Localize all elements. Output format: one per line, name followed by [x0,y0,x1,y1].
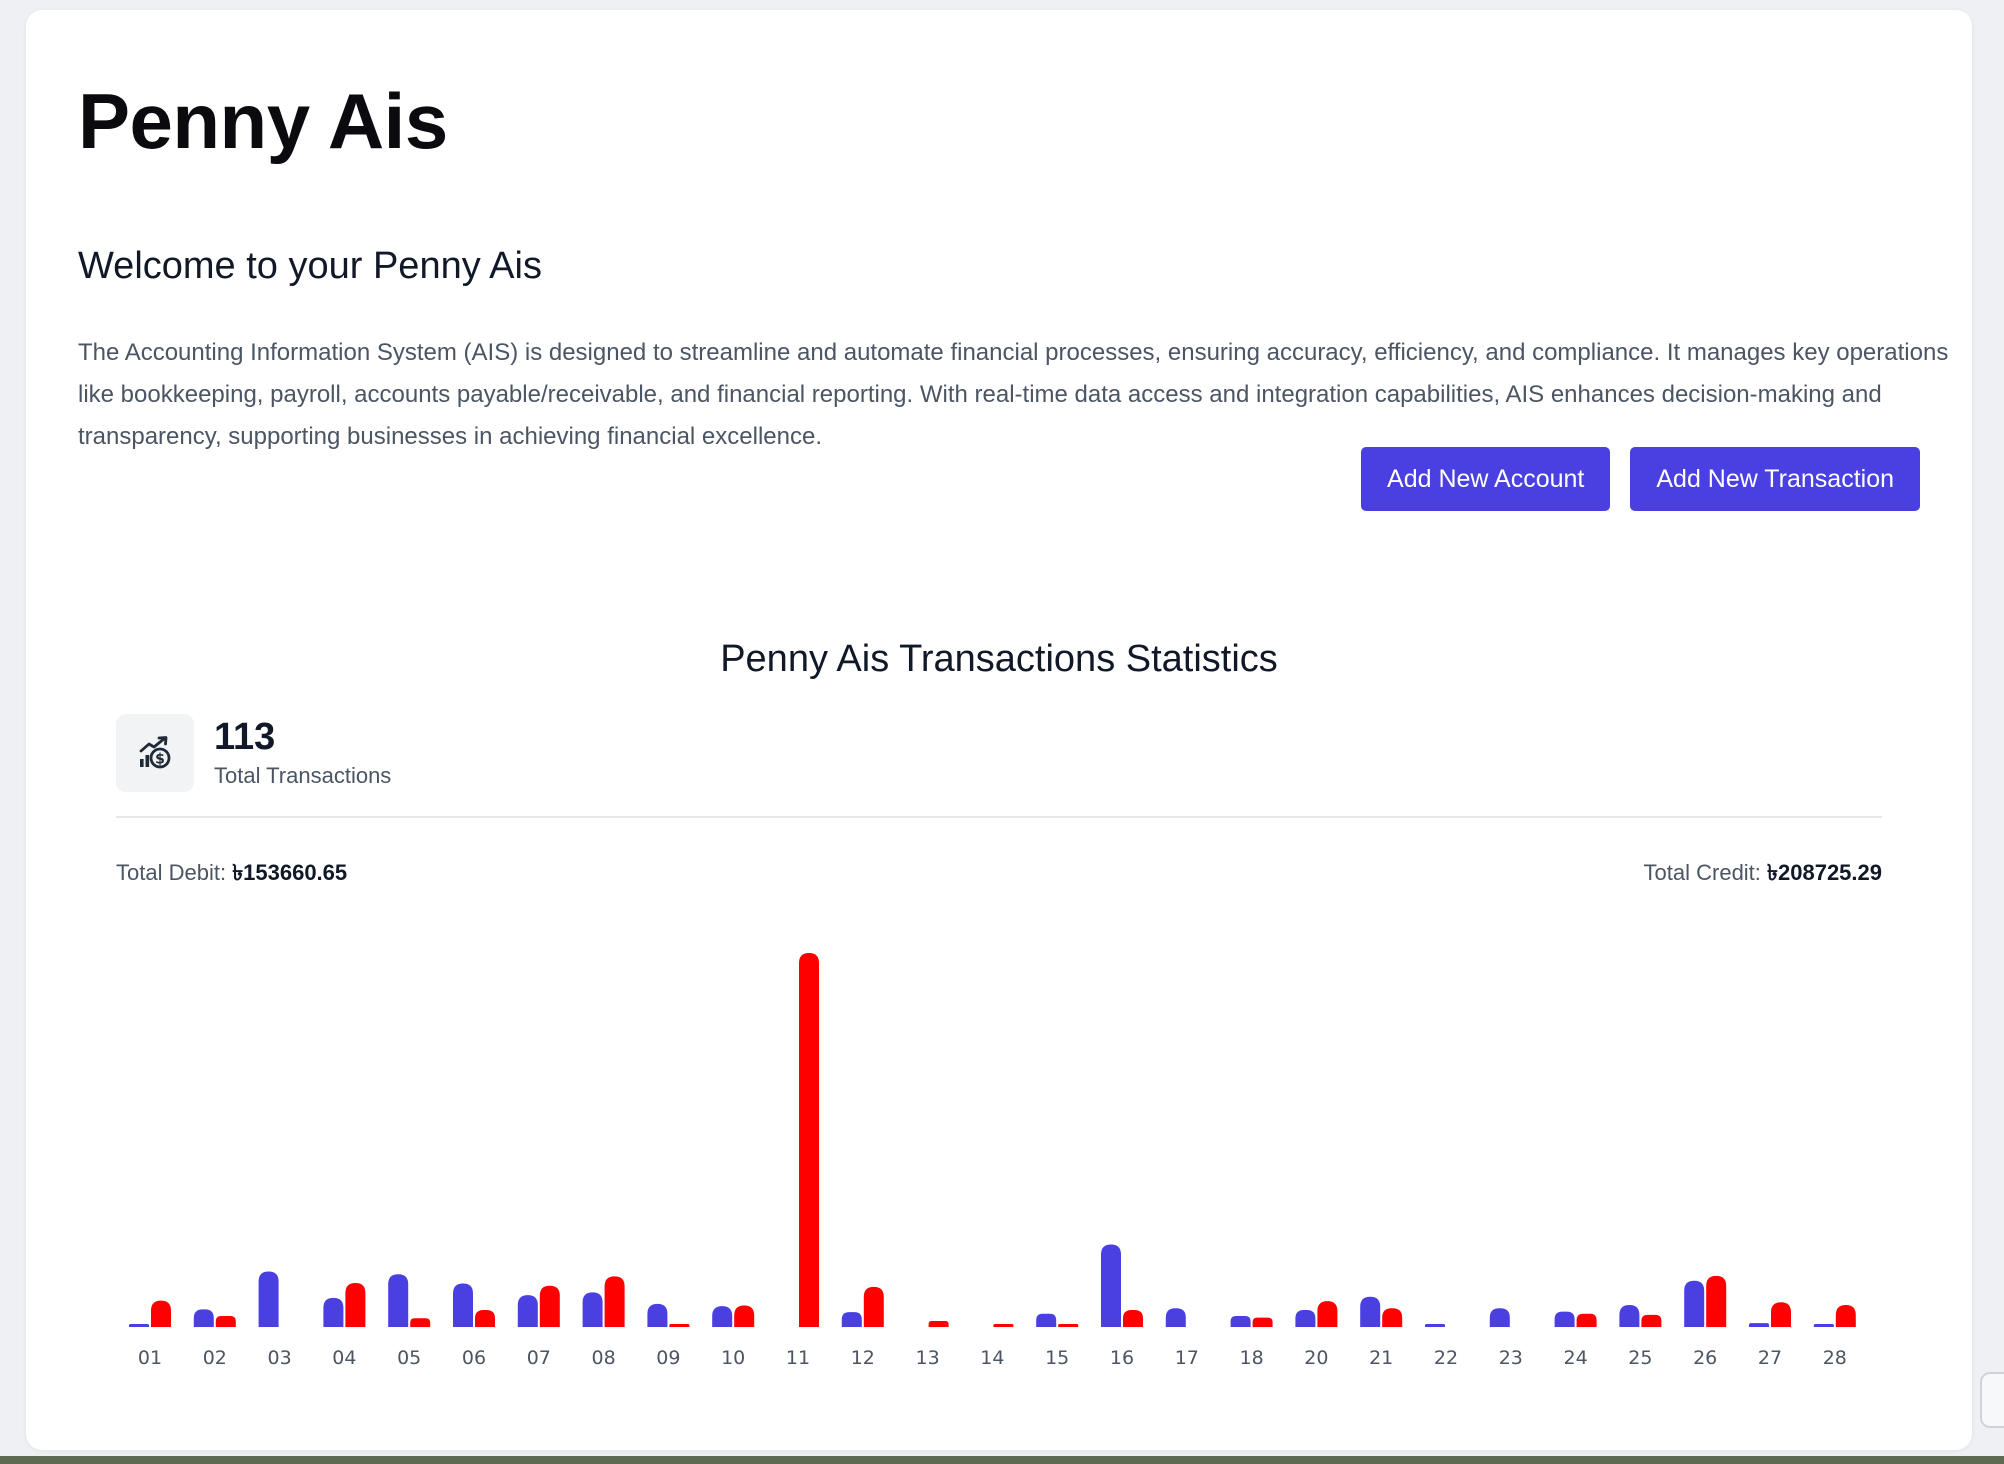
credit-bar-20[interactable] [1317,1301,1338,1327]
x-tick-label: 02 [203,1347,227,1369]
dashboard-card: Penny Ais Welcome to your Penny Ais The … [26,10,1972,1450]
credit-bar-24[interactable] [1576,1313,1597,1327]
x-tick-label: 10 [721,1347,745,1369]
x-tick-label: 09 [656,1347,680,1369]
x-tick-label: 01 [138,1347,162,1369]
credit-bar-01[interactable] [151,1300,171,1327]
x-tick-label: 23 [1499,1347,1523,1369]
credit-bar-07[interactable] [539,1285,560,1327]
x-tick-label: 04 [332,1347,356,1369]
x-tick-label: 21 [1369,1347,1393,1369]
credit-bar-25[interactable] [1641,1314,1662,1327]
credit-bar-10[interactable] [734,1305,755,1327]
debit-bar-28[interactable] [1813,1324,1834,1327]
window-bottom-edge [0,1456,2004,1464]
credit-bar-06[interactable] [475,1309,495,1327]
debit-bar-01[interactable] [129,1324,149,1327]
x-tick-label: 07 [527,1347,551,1369]
debit-bar-12[interactable] [841,1312,862,1327]
debit-bar-27[interactable] [1749,1323,1769,1327]
debit-bar-10[interactable] [712,1306,733,1327]
credit-bar-28[interactable] [1835,1305,1856,1327]
x-tick-label: 11 [786,1347,810,1369]
x-tick-label: 25 [1628,1347,1652,1369]
x-tick-label: 08 [592,1347,616,1369]
credit-bar-15[interactable] [1058,1324,1079,1327]
debit-bar-07[interactable] [517,1295,538,1327]
credit-bar-16[interactable] [1123,1309,1143,1327]
credit-bar-08[interactable] [604,1276,625,1327]
credit-bar-21[interactable] [1382,1308,1403,1327]
debit-bar-25[interactable] [1619,1305,1640,1327]
debit-bar-24[interactable] [1554,1311,1575,1327]
x-tick-label: 17 [1175,1347,1199,1369]
credit-bar-04[interactable] [345,1283,366,1327]
x-tick-label: 13 [916,1347,940,1369]
credit-bar-11[interactable] [799,953,819,1327]
debit-bar-08[interactable] [582,1292,603,1327]
side-panel-handle[interactable] [1980,1372,2004,1428]
x-tick-label: 15 [1045,1347,1069,1369]
credit-bar-14[interactable] [993,1324,1014,1327]
debit-bar-20[interactable] [1295,1309,1316,1327]
x-tick-label: 18 [1240,1347,1264,1369]
x-tick-label: 26 [1693,1347,1717,1369]
x-tick-label: 28 [1823,1347,1847,1369]
debit-bar-17[interactable] [1165,1308,1186,1327]
x-tick-label: 27 [1758,1347,1782,1369]
debit-bar-09[interactable] [647,1303,668,1327]
x-tick-label: 20 [1304,1347,1328,1369]
x-tick-label: 24 [1564,1347,1588,1369]
debit-bar-22[interactable] [1425,1324,1445,1327]
debit-bar-05[interactable] [388,1274,409,1327]
debit-bar-26[interactable] [1684,1280,1705,1327]
credit-bar-05[interactable] [410,1318,431,1327]
debit-bar-04[interactable] [323,1297,344,1327]
debit-bar-21[interactable] [1360,1296,1381,1327]
credit-bar-09[interactable] [669,1324,690,1327]
x-tick-label: 22 [1434,1347,1458,1369]
debit-bar-23[interactable] [1489,1308,1510,1327]
transactions-bar-chart: 01 02 03 04 05 06 07 08 09 10 11 12 13 14 15 16 17 18 20 21… [129,953,1856,1369]
credit-bar-26[interactable] [1706,1275,1727,1327]
debit-bar-03[interactable] [258,1271,279,1327]
debit-bar-15[interactable] [1036,1313,1057,1327]
credit-bar-12[interactable] [863,1286,884,1327]
credit-bar-27[interactable] [1771,1302,1791,1327]
debit-bar-18[interactable] [1230,1316,1251,1327]
x-tick-label: 14 [980,1347,1004,1369]
x-tick-label: 05 [397,1347,421,1369]
credit-bar-18[interactable] [1252,1317,1273,1327]
credit-bar-13[interactable] [928,1320,949,1327]
x-tick-label: 12 [851,1347,875,1369]
credit-bar-02[interactable] [215,1316,236,1327]
debit-bar-06[interactable] [453,1283,473,1327]
debit-bar-16[interactable] [1101,1244,1121,1328]
x-tick-label: 16 [1110,1347,1134,1369]
debit-bar-02[interactable] [193,1309,214,1327]
x-tick-label: 06 [462,1347,486,1369]
x-tick-label: 03 [268,1347,292,1369]
